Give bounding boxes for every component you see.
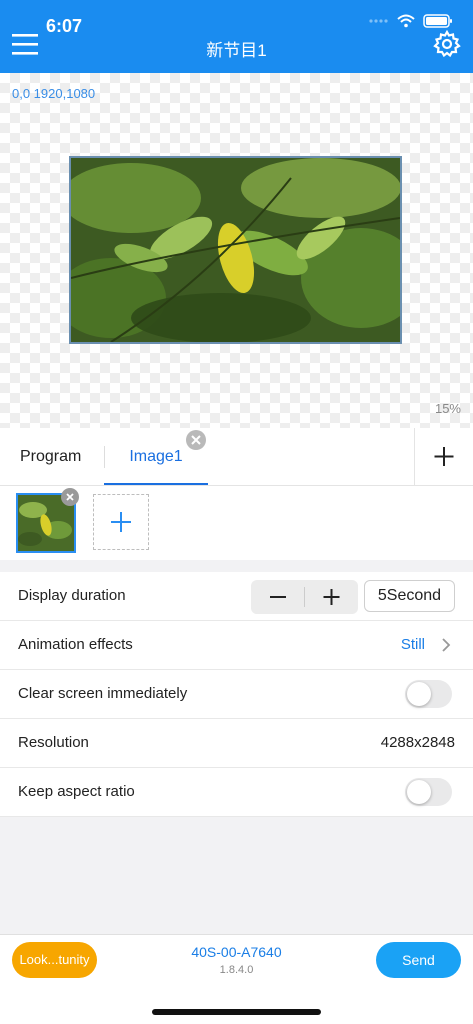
status-icons — [369, 14, 453, 28]
clear-screen-label: Clear screen immediately — [18, 685, 188, 702]
tab-bar: Program Image1 — [0, 428, 473, 486]
tab-program[interactable]: Program — [20, 428, 81, 485]
settings-list: Display duration 5Second Animation effec… — [0, 572, 473, 817]
resolution-value: 4288x2848 — [380, 734, 455, 751]
row-display-duration: Display duration 5Second — [0, 572, 473, 621]
settings-button[interactable] — [433, 29, 461, 58]
page-title: 新节目1 — [206, 41, 267, 60]
animation-effects-value: Still — [400, 636, 425, 653]
duration-input[interactable]: 5Second — [364, 580, 455, 612]
close-icon — [66, 493, 74, 501]
media-remove-button[interactable] — [61, 488, 79, 506]
toggle-knob — [407, 682, 431, 706]
media-strip — [0, 486, 473, 560]
toggle-knob — [407, 780, 431, 804]
top-bar: 6:07 新节目1 — [0, 0, 473, 73]
home-indicator — [152, 1009, 321, 1015]
chevron-right-icon — [442, 638, 451, 652]
row-resolution: Resolution 4288x2848 — [0, 719, 473, 768]
image-preview[interactable] — [69, 156, 402, 344]
bottom-bar: Look...tunity 40S-00-A7640 1.8.4.0 Send — [0, 934, 473, 987]
plus-icon — [434, 447, 454, 466]
program-canvas[interactable]: 0,0 1920,1080 15% — [0, 73, 473, 428]
row-animation-effects[interactable]: Animation effects Still — [0, 621, 473, 670]
duration-stepper — [251, 580, 358, 614]
add-window-button[interactable] — [414, 428, 473, 485]
leaf-photo — [71, 158, 400, 342]
plus-icon — [111, 512, 131, 532]
zoom-level: 15% — [434, 401, 461, 416]
minus-icon — [270, 596, 286, 598]
tab-close-button[interactable] — [186, 430, 206, 450]
signal-icon — [369, 19, 388, 23]
safe-area — [0, 987, 473, 1024]
status-time: 6:07 — [46, 16, 83, 36]
add-media-button[interactable] — [93, 494, 149, 550]
canvas-coordinates: 0,0 1920,1080 — [12, 86, 96, 101]
wifi-icon — [397, 14, 415, 28]
keep-aspect-toggle[interactable] — [405, 778, 452, 806]
keep-aspect-label: Keep aspect ratio — [18, 783, 135, 800]
increment-button[interactable] — [305, 580, 358, 614]
plus-icon — [323, 589, 340, 605]
clear-screen-toggle[interactable] — [405, 680, 452, 708]
row-keep-aspect: Keep aspect ratio — [0, 768, 473, 817]
display-duration-label: Display duration — [18, 587, 126, 604]
resolution-label: Resolution — [18, 734, 89, 751]
send-button[interactable]: Send — [376, 942, 461, 978]
gear-icon — [433, 29, 461, 58]
animation-effects-label: Animation effects — [18, 636, 133, 653]
row-clear-screen: Clear screen immediately — [0, 670, 473, 719]
battery-icon — [423, 14, 452, 28]
close-icon — [191, 435, 201, 445]
decrement-button[interactable] — [251, 580, 304, 614]
